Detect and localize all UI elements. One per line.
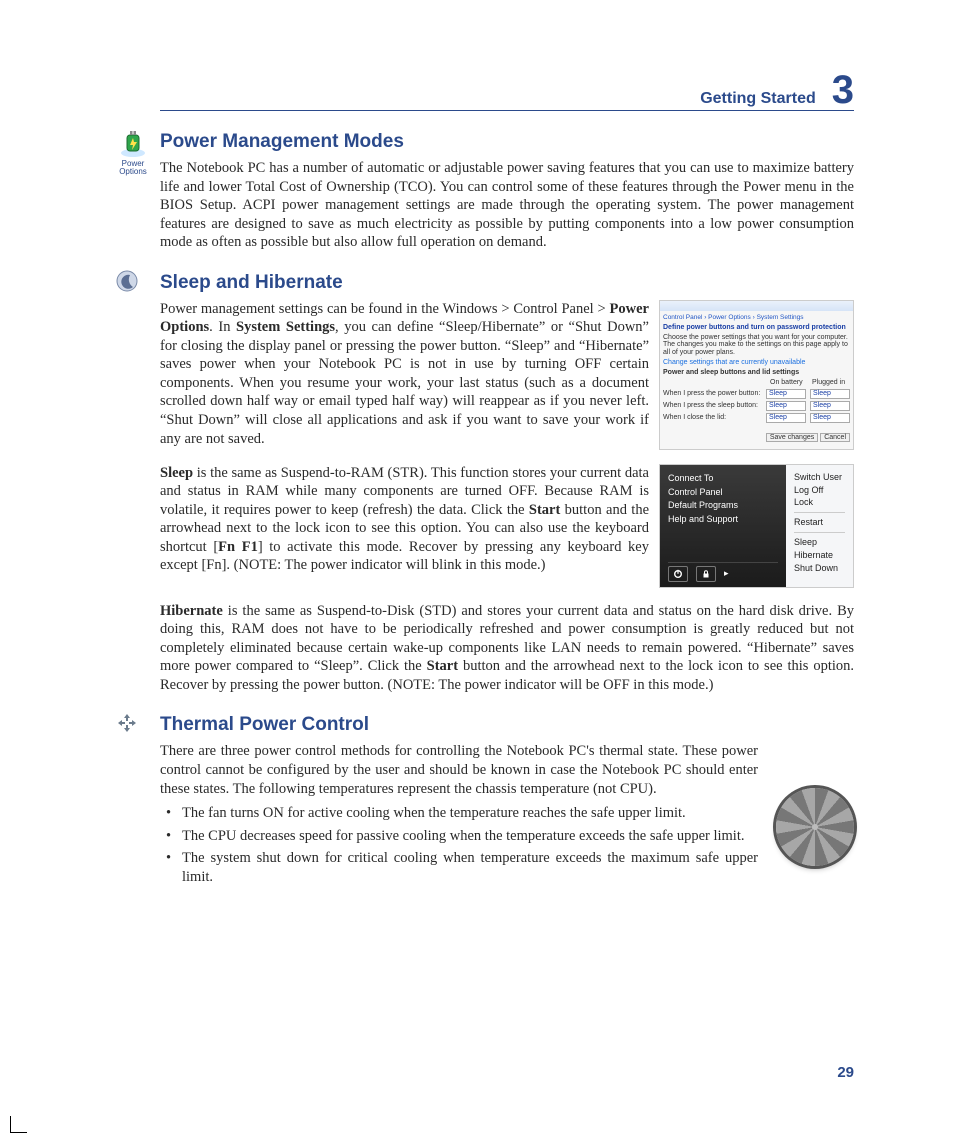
section-title: Thermal Power Control	[160, 714, 854, 736]
power-options-icon: Power Options	[116, 129, 150, 176]
list-item: The system shut down for critical coolin…	[160, 849, 758, 886]
lock-icon	[696, 566, 716, 582]
start-menu-left-items: Connect To Control Panel Default Programs H…	[668, 470, 778, 528]
list-item: Default Programs	[668, 500, 778, 511]
thermal-bullets: The fan turns ON for active cooling when…	[160, 804, 758, 886]
list-item: Help and Support	[668, 514, 778, 525]
document-page: Getting Started 3 Power Options Power Ma…	[0, 0, 954, 1141]
figure-start-menu: Connect To Control Panel Default Programs H…	[659, 464, 854, 588]
chevron-right-icon: ▸	[724, 568, 729, 579]
section-power-management: Power Options Power Management Modes The…	[160, 131, 854, 252]
section-title: Sleep and Hibernate	[160, 272, 854, 294]
list-item: Sleep	[794, 537, 845, 548]
power-options-icon-caption: Power Options	[116, 160, 150, 176]
list-item: Log Off	[794, 485, 845, 496]
figure-power-options-dialog: Control Panel › Power Options › System S…	[659, 300, 854, 450]
crop-mark-icon	[10, 1116, 27, 1133]
arrows-icon	[116, 712, 150, 734]
power-icon	[668, 566, 688, 582]
start-menu-right-bot: Sleep Hibernate Shut Down	[794, 537, 845, 573]
sleep-para-2: Sleep is the same as Suspend-to-RAM (STR…	[160, 464, 649, 575]
list-item: Restart	[794, 517, 845, 528]
moon-icon	[116, 270, 150, 292]
section-thermal: Thermal Power Control There are three po…	[160, 714, 854, 890]
section-title: Power Management Modes	[160, 131, 854, 153]
start-menu-right-top: Switch User Log OffLock	[794, 472, 845, 508]
sleep-para-1: Power management settings can be found i…	[160, 300, 649, 448]
chapter-header: Getting Started 3	[160, 70, 854, 111]
list-item: Lock	[794, 497, 845, 508]
start-menu-right-mid: Restart	[794, 517, 845, 528]
list-item: Hibernate	[794, 550, 845, 561]
section-sleep-hibernate: Sleep and Hibernate Power management set…	[160, 272, 854, 695]
list-item: Connect To	[668, 473, 778, 484]
list-item: Switch User	[794, 472, 845, 483]
list-item: The CPU decreases speed for passive cool…	[160, 827, 758, 846]
sleep-para-3: Hibernate is the same as Suspend-to-Disk…	[160, 602, 854, 695]
list-item: Control Panel	[668, 487, 778, 498]
list-item: Shut Down	[794, 563, 845, 574]
thermal-intro: There are three power control methods fo…	[160, 742, 758, 798]
section-body: The Notebook PC has a number of automati…	[160, 159, 854, 252]
chapter-number: 3	[832, 70, 854, 110]
chapter-label: Getting Started	[700, 90, 816, 108]
list-item: The fan turns ON for active cooling when…	[160, 804, 758, 823]
page-number: 29	[837, 1064, 854, 1081]
figure-fan-icon	[776, 788, 854, 866]
